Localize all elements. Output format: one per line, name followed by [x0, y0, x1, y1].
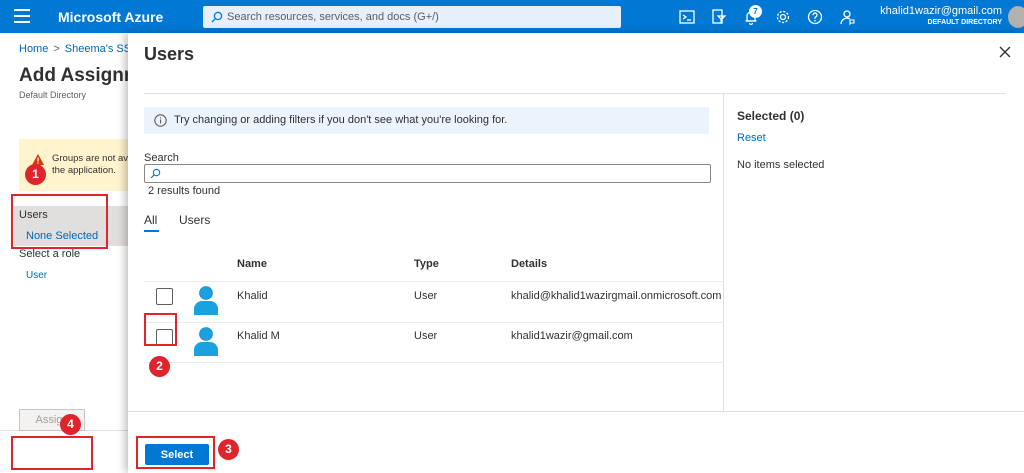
table-header: Name Type Details [144, 251, 724, 281]
user-search-input[interactable] [144, 164, 711, 183]
column-type[interactable]: Type [414, 258, 439, 270]
tab-users[interactable]: Users [179, 213, 210, 227]
column-name[interactable]: Name [237, 258, 267, 270]
panel-divider [144, 93, 1006, 94]
users-panel: Users Try changing or adding filters if … [128, 33, 1024, 473]
search-placeholder: Search resources, services, and docs (G+… [227, 11, 439, 23]
breadcrumb: Home > Sheema's SS [19, 43, 131, 55]
global-search-input[interactable]: Search resources, services, and docs (G+… [203, 6, 621, 28]
annotation-callout: 3 [218, 439, 239, 460]
user-type: User [414, 290, 438, 302]
breadcrumb-app[interactable]: Sheema's SS [65, 43, 131, 55]
account-avatar[interactable] [1008, 6, 1024, 28]
annotation-box-assign [11, 436, 93, 470]
user-details: khalid1wazir@gmail.com [511, 330, 633, 342]
account-menu[interactable]: khalid1wazir@gmail.com DEFAULT DIRECTORY [880, 5, 1002, 26]
user-avatar-icon [194, 327, 218, 356]
top-bar: Microsoft Azure Search resources, servic… [0, 0, 1024, 33]
column-details[interactable]: Details [511, 258, 547, 270]
user-details: khalid@khalid1wazirgmail.onmicrosoft.com [511, 290, 722, 302]
role-label: Select a role [19, 248, 81, 260]
annotation-box-users [11, 194, 108, 249]
search-label: Search [144, 152, 179, 164]
annotation-callout: 1 [25, 164, 46, 185]
help-icon[interactable] [806, 8, 824, 26]
panel-title: Users [144, 44, 195, 64]
account-email: khalid1wazir@gmail.com [880, 5, 1002, 17]
account-directory: DEFAULT DIRECTORY [927, 19, 1002, 26]
directory-filter-icon[interactable] [710, 8, 728, 26]
settings-icon[interactable] [774, 8, 792, 26]
annotation-callout: 2 [149, 356, 170, 377]
tab-all[interactable]: All [144, 213, 157, 227]
selected-count-title: Selected (0) [737, 109, 805, 123]
breadcrumb-separator-icon: > [53, 43, 60, 55]
no-items-text: No items selected [737, 159, 825, 171]
add-assignment-page: Home > Sheema's SS Add Assignm Default Dir… [0, 33, 141, 473]
info-text: Try changing or adding filters if you do… [174, 114, 508, 126]
menu-icon[interactable] [14, 9, 30, 23]
user-avatar-icon [194, 286, 218, 315]
reset-link[interactable]: Reset [737, 132, 766, 144]
results-count: 2 results found [148, 185, 221, 197]
feedback-icon[interactable] [838, 8, 856, 26]
role-value[interactable]: User [26, 270, 47, 281]
annotation-callout: 4 [60, 414, 81, 435]
breadcrumb-home[interactable]: Home [19, 43, 48, 55]
annotation-box-select [136, 436, 215, 469]
panel-footer-divider [128, 411, 1024, 412]
notification-count-badge: 7 [749, 5, 762, 18]
info-banner: Try changing or adding filters if you do… [144, 107, 709, 134]
close-icon[interactable] [998, 45, 1012, 59]
row-checkbox[interactable] [156, 288, 173, 305]
user-type: User [414, 330, 438, 342]
cloud-shell-icon[interactable] [678, 8, 696, 26]
active-tab-indicator [144, 230, 159, 232]
search-icon [211, 11, 223, 23]
table-row[interactable]: Khalid User khalid@khalid1wazirgmail.onm… [144, 281, 724, 322]
page-subtitle: Default Directory [19, 90, 87, 100]
user-name: Khalid [237, 290, 268, 302]
user-name: Khalid M [237, 330, 280, 342]
info-icon [154, 114, 167, 127]
search-icon [150, 168, 161, 179]
brand-title[interactable]: Microsoft Azure [58, 9, 163, 25]
annotation-box-checkbox [144, 313, 177, 346]
page-title: Add Assignm [19, 65, 141, 86]
table-row[interactable]: Khalid M User khalid1wazir@gmail.com [144, 322, 724, 363]
